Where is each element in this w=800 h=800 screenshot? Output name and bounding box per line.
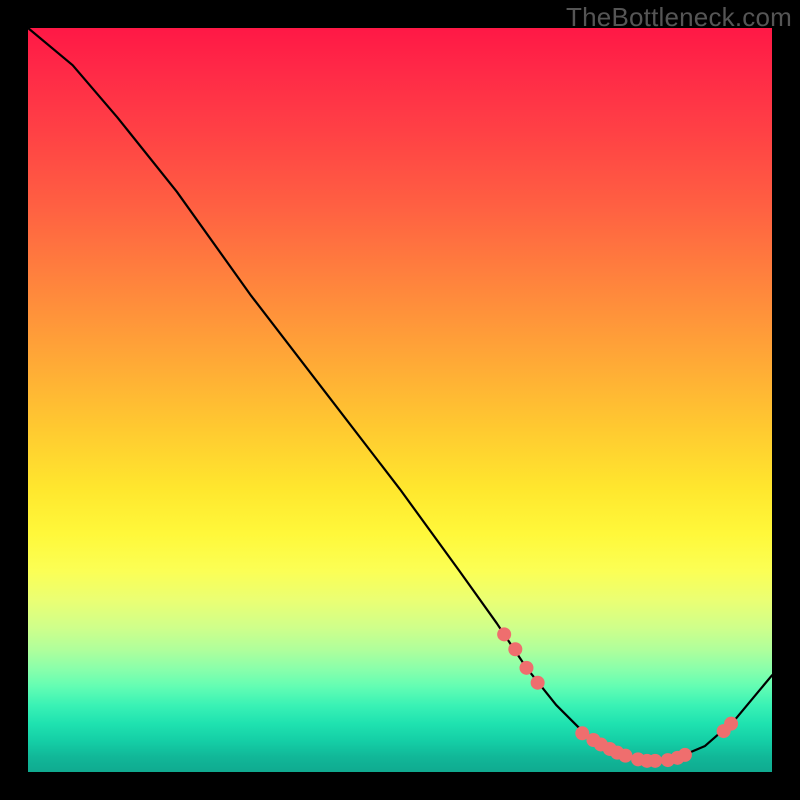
highlight-dot [508, 642, 522, 656]
highlight-dot [519, 661, 533, 675]
highlight-dot [648, 754, 662, 768]
bottleneck-curve [28, 28, 772, 761]
highlight-dot [618, 749, 632, 763]
chart-svg [28, 28, 772, 772]
highlight-dot [724, 717, 738, 731]
highlight-dot [531, 676, 545, 690]
watermark-label: TheBottleneck.com [566, 2, 792, 33]
plot-area [28, 28, 772, 772]
chart-frame: TheBottleneck.com [0, 0, 800, 800]
highlight-dot [678, 748, 692, 762]
highlight-dot [497, 627, 511, 641]
